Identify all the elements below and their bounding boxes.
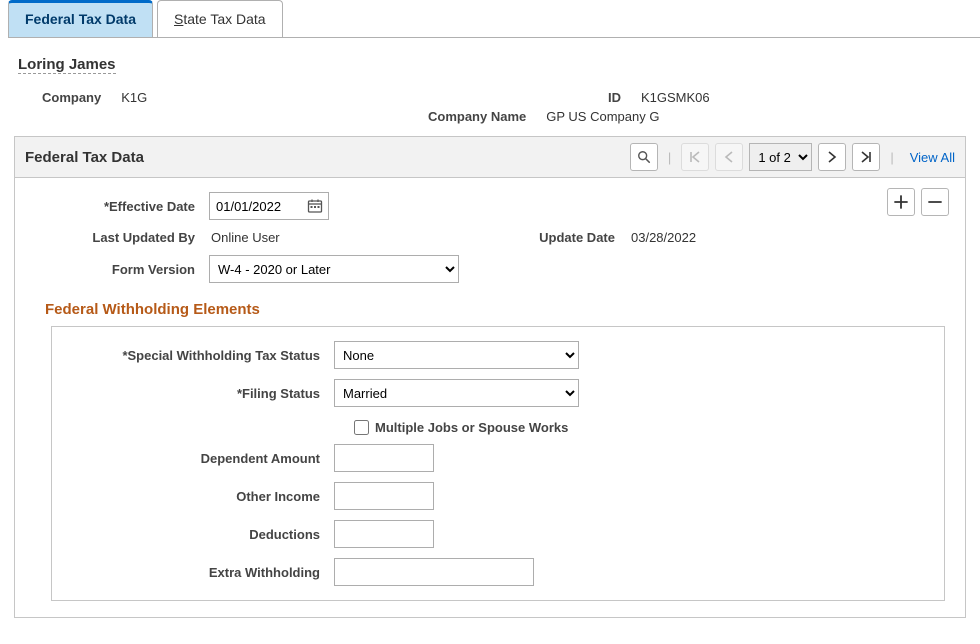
id-value: K1GSMK06	[641, 90, 710, 105]
filing-status-select[interactable]: Married	[334, 379, 579, 407]
tab-bar: Federal Tax Data State Tax Data	[8, 0, 980, 38]
separator: |	[886, 150, 897, 165]
person-name: Loring James	[18, 56, 116, 74]
federal-tax-panel: Federal Tax Data | 1 of 2 | View All	[14, 136, 966, 618]
extra-withholding-input[interactable]	[334, 558, 534, 586]
view-all-link[interactable]: View All	[904, 150, 955, 165]
panel-controls: | 1 of 2 | View All	[630, 143, 955, 171]
tab-federal-tax-data[interactable]: Federal Tax Data	[8, 0, 153, 37]
company-label: Company	[18, 90, 121, 105]
form-version-select[interactable]: W-4 - 2020 or Later	[209, 255, 459, 283]
add-row-button[interactable]	[887, 188, 915, 216]
panel-body: Effective Date Last Updated By Online Us…	[15, 178, 965, 617]
last-updated-value: Online User	[209, 230, 509, 245]
calendar-icon	[307, 198, 323, 214]
tab-state-rest: tate Tax Data	[183, 11, 265, 27]
withholding-subpanel: Special Withholding Tax Status None Fili…	[51, 326, 945, 601]
company-name-label: Company Name	[428, 109, 546, 124]
plus-icon	[894, 195, 908, 209]
last-page-button[interactable]	[852, 143, 880, 171]
delete-row-button[interactable]	[921, 188, 949, 216]
multiple-jobs-label: Multiple Jobs or Spouse Works	[375, 420, 568, 435]
swts-select[interactable]: None	[334, 341, 579, 369]
id-label: ID	[428, 90, 641, 105]
first-page-button[interactable]	[681, 143, 709, 171]
effective-date-label: Effective Date	[33, 199, 209, 214]
row-actions	[887, 188, 949, 216]
company-value: K1G	[121, 90, 147, 105]
update-date-value: 03/28/2022	[629, 230, 696, 245]
page-select[interactable]: 1 of 2	[749, 143, 812, 171]
separator: |	[664, 150, 675, 165]
other-income-input[interactable]	[334, 482, 434, 510]
deductions-label: Deductions	[64, 527, 334, 542]
calendar-button[interactable]	[305, 196, 325, 216]
withholding-section-title: Federal Withholding Elements	[45, 301, 947, 318]
chevron-left-icon	[724, 151, 734, 163]
form-version-label: Form Version	[33, 262, 209, 277]
multiple-jobs-checkbox[interactable]	[354, 420, 369, 435]
next-page-button[interactable]	[818, 143, 846, 171]
search-button[interactable]	[630, 143, 658, 171]
minus-icon	[928, 195, 942, 209]
chevron-right-icon	[827, 151, 837, 163]
record-header: Loring James Company K1G ID K1GSMK06 Com…	[0, 52, 980, 136]
other-income-label: Other Income	[64, 489, 334, 504]
last-icon	[860, 151, 872, 163]
update-date-label: Update Date	[509, 230, 629, 245]
filing-status-label: Filing Status	[64, 386, 334, 401]
deductions-input[interactable]	[334, 520, 434, 548]
company-name-value: GP US Company G	[546, 109, 659, 124]
first-icon	[689, 151, 701, 163]
extra-withholding-label: Extra Withholding	[64, 565, 334, 580]
search-icon	[637, 150, 651, 164]
panel-title: Federal Tax Data	[25, 149, 144, 166]
swts-label: Special Withholding Tax Status	[64, 348, 334, 363]
tab-state-tax-data[interactable]: State Tax Data	[157, 0, 283, 37]
prev-page-button[interactable]	[715, 143, 743, 171]
tab-state-accesskey: S	[174, 11, 183, 27]
panel-header: Federal Tax Data | 1 of 2 | View All	[15, 137, 965, 178]
dependent-amount-label: Dependent Amount	[64, 451, 334, 466]
dependent-amount-input[interactable]	[334, 444, 434, 472]
last-updated-label: Last Updated By	[33, 230, 209, 245]
